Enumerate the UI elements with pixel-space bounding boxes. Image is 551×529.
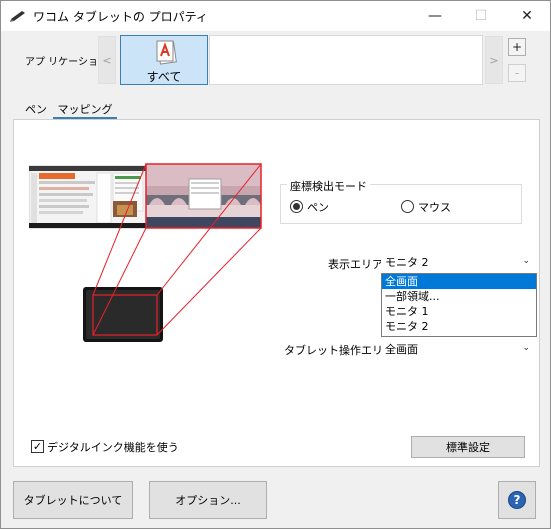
display-area-dropdown: 全画面 一部領域... モニタ 1 モニタ 2 <box>381 273 537 337</box>
app-scroll-right-button[interactable]: > <box>485 36 503 84</box>
detection-mode-title: 座標検出モード <box>287 178 370 194</box>
mapping-diagram <box>29 163 262 342</box>
add-application-button[interactable]: + <box>508 38 526 56</box>
application-sheet-icon <box>156 40 177 65</box>
dropdown-option-full-screen[interactable]: 全画面 <box>382 274 536 289</box>
display-area-value: モニタ 2 <box>385 256 429 269</box>
tab-pen[interactable]: ペン <box>19 99 53 119</box>
monitor-2-thumbnail <box>145 163 262 229</box>
app-tile-label: すべて <box>146 70 182 84</box>
tablet-area-select[interactable]: 全画面 ⌄ <box>381 339 537 359</box>
close-button[interactable]: ✕ <box>504 1 550 31</box>
dropdown-option-monitor-2[interactable]: モニタ 2 <box>382 319 536 334</box>
remove-application-button: - <box>508 64 526 82</box>
display-area-select[interactable]: モニタ 2 ⌄ <box>381 252 537 272</box>
tablet-graphic <box>83 287 163 342</box>
mode-mouse-label[interactable]: マウス <box>418 199 451 215</box>
tablet-pen-icon <box>10 11 25 22</box>
default-settings-button[interactable]: 標準設定 <box>411 436 525 458</box>
dropdown-option-portion[interactable]: 一部領域... <box>382 289 536 304</box>
app-tile-all[interactable]: すべて <box>120 35 208 85</box>
dropdown-option-monitor-1[interactable]: モニタ 1 <box>382 304 536 319</box>
maximize-button: ☐ <box>474 8 488 24</box>
chevron-down-icon: ⌄ <box>522 256 530 266</box>
digital-ink-checkbox[interactable]: ✓ <box>31 440 44 453</box>
mode-pen-label[interactable]: ペン <box>307 199 329 215</box>
mode-mouse-radio[interactable] <box>401 200 414 213</box>
title-bar: ワコム タブレットの プロパティ — ☐ ✕ <box>1 1 550 31</box>
window-title: ワコム タブレットの プロパティ <box>33 10 208 24</box>
tablet-area-value: 全画面 <box>385 343 418 356</box>
about-tablet-button[interactable]: タブレットについて <box>13 481 133 519</box>
monitor-1-thumbnail <box>29 165 147 229</box>
app-scroll-left-button[interactable]: < <box>98 36 116 84</box>
digital-ink-label[interactable]: デジタルインク機能を使う <box>47 439 179 455</box>
mode-pen-radio[interactable] <box>290 200 303 213</box>
options-button[interactable]: オプション... <box>149 481 267 519</box>
help-button[interactable]: ? <box>498 481 536 519</box>
chevron-down-icon: ⌄ <box>522 343 530 353</box>
minimize-button[interactable]: — <box>412 1 458 31</box>
display-area-label: 表示エリア: <box>328 258 387 271</box>
application-strip <box>209 35 483 85</box>
help-icon: ? <box>508 491 526 509</box>
tab-mapping[interactable]: マッピング <box>53 99 117 119</box>
